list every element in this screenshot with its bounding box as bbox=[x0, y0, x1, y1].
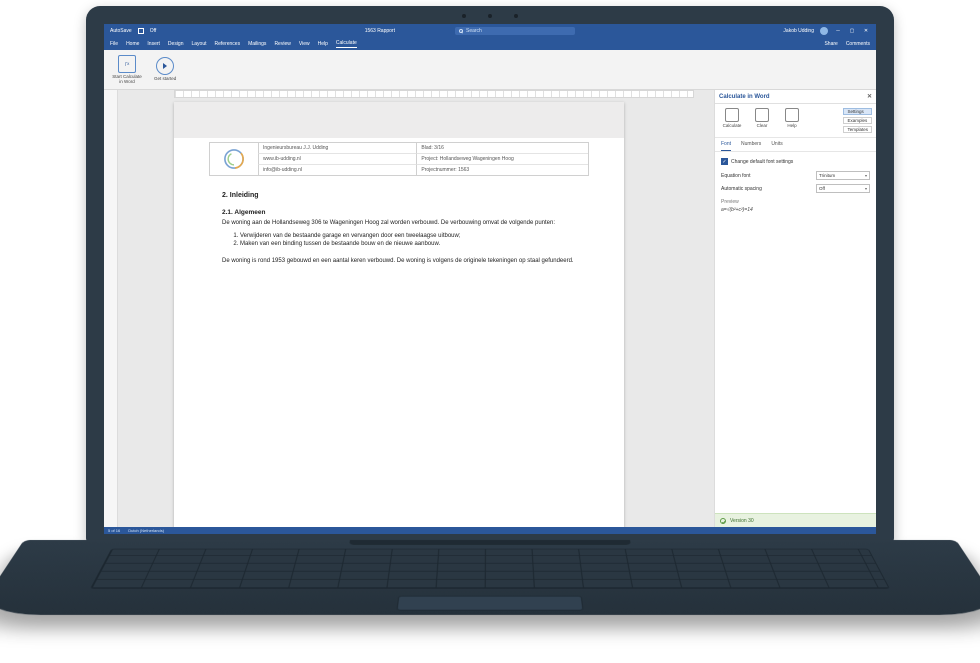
calculator-icon bbox=[725, 108, 739, 122]
preview-value: a=√(b²+c²)=14 bbox=[721, 207, 870, 213]
para-history: De woning is rond 1953 gebouwd en een aa… bbox=[222, 257, 582, 265]
tab-review[interactable]: Review bbox=[274, 41, 290, 47]
help-icon bbox=[785, 108, 799, 122]
list-item: Verwijderen van de bestaande garage en v… bbox=[240, 233, 582, 239]
tp-default-font-checkbox[interactable]: ✓ Change default font settings bbox=[721, 158, 870, 165]
document-body[interactable]: 2. Inleiding 2.1. Algemeen De woning aan… bbox=[174, 176, 624, 281]
list-item: Maken van een binding tussen de bestaand… bbox=[240, 241, 582, 247]
ribbon-getstarted-label: Get started bbox=[154, 77, 176, 82]
tp-help-button[interactable]: Help bbox=[779, 108, 805, 133]
play-icon bbox=[156, 57, 174, 75]
lh-website: www.ib-udding.nl bbox=[258, 153, 416, 164]
equation-font-label: Equation font bbox=[721, 173, 750, 179]
tp-examples-button[interactable]: Examples bbox=[843, 117, 872, 124]
user-name[interactable]: Jakob Udding bbox=[783, 28, 814, 34]
tp-calculate-button[interactable]: Calculate bbox=[719, 108, 745, 133]
horizontal-ruler bbox=[174, 90, 694, 98]
laptop-trackpad bbox=[396, 596, 583, 611]
taskpane-body: ✓ Change default font settings Equation … bbox=[715, 152, 876, 513]
document-title: 1563 Rapport bbox=[365, 28, 395, 34]
minimize-icon[interactable]: ─ bbox=[834, 27, 842, 35]
app-screen: AutoSave Off 1563 Rapport Search Jakob U… bbox=[104, 24, 876, 534]
taskpane-toolbar: Calculate Clear Help Settings Examples T… bbox=[715, 104, 876, 138]
tab-mailings[interactable]: Mailings bbox=[248, 41, 266, 47]
lh-company: Ingenieursbureau J.J. Udding bbox=[258, 143, 416, 153]
auto-spacing-label: Automatic spacing bbox=[721, 186, 762, 192]
calculate-icon: ƒx bbox=[118, 55, 136, 73]
taskpane-tabs: Font Numbers Units bbox=[715, 138, 876, 152]
tp-tab-units[interactable]: Units bbox=[771, 141, 782, 151]
laptop-base bbox=[0, 540, 980, 615]
tab-view[interactable]: View bbox=[299, 41, 310, 47]
eraser-icon bbox=[755, 108, 769, 122]
tp-clear-button[interactable]: Clear bbox=[749, 108, 775, 133]
tab-references[interactable]: References bbox=[215, 41, 241, 47]
tab-file[interactable]: File bbox=[110, 41, 118, 47]
ribbon-start-label: Start Calculate in Word bbox=[110, 75, 144, 84]
laptop-frame: AutoSave Off 1563 Rapport Search Jakob U… bbox=[86, 6, 894, 544]
search-icon bbox=[459, 29, 463, 33]
comments-button[interactable]: Comments bbox=[846, 41, 870, 47]
taskpane-close-icon[interactable]: ✕ bbox=[867, 93, 872, 100]
search-box[interactable]: Search bbox=[455, 27, 575, 35]
lh-page: Blad: 3/16 bbox=[416, 143, 588, 153]
lh-project: Project: Hollandseweg Wageningen Hoog bbox=[416, 153, 588, 164]
chevron-down-icon: ▾ bbox=[865, 173, 867, 178]
search-placeholder: Search bbox=[466, 28, 482, 34]
company-logo bbox=[210, 143, 258, 175]
auto-spacing-select[interactable]: Off▾ bbox=[816, 184, 870, 193]
statusbar: 5 of 16 Dutch (Netherlands) bbox=[104, 527, 876, 534]
equation-font-select[interactable]: Trinitum▾ bbox=[816, 171, 870, 180]
close-icon[interactable]: ✕ bbox=[862, 27, 870, 35]
taskpane-title-bar: Calculate in Word ✕ bbox=[715, 90, 876, 104]
page[interactable]: Ingenieursbureau J.J. Udding Blad: 3/16 … bbox=[174, 102, 624, 527]
preview-block: Preview a=√(b²+c²)=14 bbox=[721, 199, 870, 213]
vertical-ruler bbox=[104, 90, 118, 527]
preview-label: Preview bbox=[721, 199, 870, 205]
camera-dot bbox=[488, 14, 492, 18]
workspace: Ingenieursbureau J.J. Udding Blad: 3/16 … bbox=[104, 90, 876, 527]
version-bar: Version 30 bbox=[715, 513, 876, 527]
ribbon-start-calculate[interactable]: ƒx Start Calculate in Word bbox=[110, 55, 144, 84]
avatar[interactable] bbox=[820, 27, 828, 35]
share-button[interactable]: Share bbox=[824, 41, 837, 47]
letterhead-table: Ingenieursbureau J.J. Udding Blad: 3/16 … bbox=[209, 142, 589, 176]
ribbon: ƒx Start Calculate in Word Get started bbox=[104, 50, 876, 90]
tab-help[interactable]: Help bbox=[318, 41, 328, 47]
version-text: Version 30 bbox=[730, 518, 754, 524]
taskpane-title: Calculate in Word bbox=[719, 94, 770, 100]
laptop-hinge bbox=[349, 540, 631, 545]
tp-settings-button[interactable]: Settings bbox=[843, 108, 872, 115]
autosave-label: AutoSave bbox=[110, 28, 132, 34]
checkbox-icon: ✓ bbox=[721, 158, 728, 165]
tab-layout[interactable]: Layout bbox=[192, 41, 207, 47]
titlebar: AutoSave Off 1563 Rapport Search Jakob U… bbox=[104, 24, 876, 38]
taskpane: Calculate in Word ✕ Calculate Clear Help bbox=[714, 90, 876, 527]
tp-tab-numbers[interactable]: Numbers bbox=[741, 141, 761, 151]
lh-email: info@ib-udding.nl bbox=[258, 164, 416, 175]
heading-2: 2. Inleiding bbox=[222, 192, 582, 199]
para-intro: De woning aan de Hollandseweg 306 te Wag… bbox=[222, 219, 582, 227]
tab-calculate[interactable]: Calculate bbox=[336, 40, 357, 48]
status-page[interactable]: 5 of 16 bbox=[108, 528, 120, 533]
tp-templates-button[interactable]: Templates bbox=[843, 126, 872, 133]
tp-tab-font[interactable]: Font bbox=[721, 141, 731, 151]
lh-projectno: Projectnummer: 1563 bbox=[416, 164, 588, 175]
chevron-down-icon: ▾ bbox=[865, 186, 867, 191]
tab-home[interactable]: Home bbox=[126, 41, 139, 47]
autosave-state[interactable]: Off bbox=[150, 28, 157, 34]
maximize-icon[interactable]: ▢ bbox=[848, 27, 856, 35]
numbered-list: Verwijderen van de bestaande garage en v… bbox=[240, 233, 582, 247]
check-circle-icon bbox=[720, 518, 726, 524]
ribbon-get-started[interactable]: Get started bbox=[154, 57, 176, 82]
laptop-keyboard bbox=[90, 549, 890, 589]
status-lang[interactable]: Dutch (Netherlands) bbox=[128, 528, 164, 533]
tab-design[interactable]: Design bbox=[168, 41, 184, 47]
tab-insert[interactable]: Insert bbox=[147, 41, 160, 47]
page-header-band bbox=[174, 102, 624, 138]
document-area[interactable]: Ingenieursbureau J.J. Udding Blad: 3/16 … bbox=[118, 90, 714, 527]
save-icon[interactable] bbox=[138, 28, 144, 34]
ribbon-tabs: File Home Insert Design Layout Reference… bbox=[104, 38, 876, 50]
heading-2-1: 2.1. Algemeen bbox=[222, 209, 582, 216]
